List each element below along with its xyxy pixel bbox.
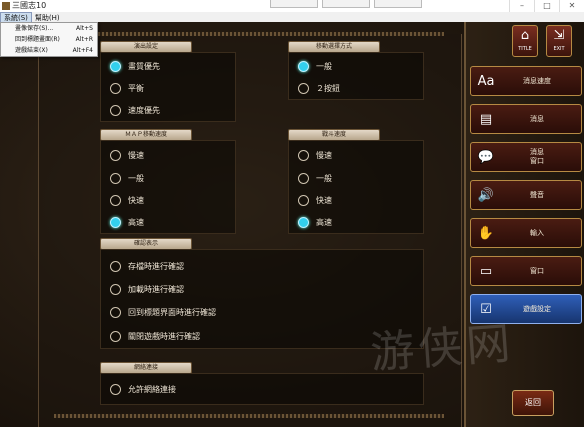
radio-display-quality[interactable]: 畫質優先 <box>110 59 160 73</box>
menu-item-return-title[interactable]: 回到標題畫面(R) Alt+R <box>1 34 97 45</box>
radio-battle-fast[interactable]: 快速 <box>298 193 332 207</box>
menu-item-exit-game[interactable]: 遊戲結束(X) Alt+F4 <box>1 45 97 56</box>
monitor-icon: ▭ <box>479 263 493 279</box>
radio-circle <box>110 383 121 395</box>
sidebar-item-input[interactable]: ✋ 輸入 <box>470 218 582 248</box>
maximize-icon[interactable]: □ <box>534 0 559 12</box>
radio-circle <box>110 172 121 184</box>
radio-map-fast[interactable]: 快速 <box>110 193 144 207</box>
radio-confirm-close-game[interactable]: 關閉遊戲時進行確認 <box>110 329 200 343</box>
panel-bottom-border <box>54 414 444 418</box>
radio-circle <box>298 60 309 72</box>
speech-bubble-icon: 💬 <box>477 149 495 165</box>
sidebar-item-message-speed[interactable]: Aa 消息速度 <box>470 66 582 96</box>
radio-map-normal[interactable]: 一般 <box>110 171 144 185</box>
radio-map-high[interactable]: 高速 <box>110 215 144 229</box>
radio-circle <box>298 149 309 161</box>
radio-battle-slow[interactable]: 慢速 <box>298 148 332 162</box>
hand-icon: ✋ <box>477 225 495 241</box>
menubar: 系統(S) 幫助(H) <box>0 12 584 24</box>
radio-confirm-load[interactable]: 加載時進行確認 <box>110 282 184 296</box>
radio-circle <box>298 216 309 228</box>
radio-display-speed[interactable]: 速度優先 <box>110 103 160 117</box>
sidebar-item-message[interactable]: ▤ 消息 <box>470 104 582 134</box>
radio-circle <box>298 172 309 184</box>
radio-network-allow[interactable]: 允許網絡連接 <box>110 382 176 396</box>
radio-circle <box>110 283 121 295</box>
radio-battle-high[interactable]: 高速 <box>298 215 332 229</box>
radio-circle <box>110 330 121 342</box>
radio-circle <box>110 194 121 206</box>
exit-icon: ⇲ <box>553 28 565 43</box>
home-icon: ⌂ <box>520 28 530 43</box>
radio-battle-normal[interactable]: 一般 <box>298 171 332 185</box>
radio-circle <box>110 216 121 228</box>
radio-circle <box>110 104 121 116</box>
watermark: 游侠网 <box>368 318 516 379</box>
close-icon[interactable]: ✕ <box>559 0 584 12</box>
radio-circle <box>110 306 121 318</box>
hidden-toolbar-tabs <box>270 0 422 8</box>
radio-control-normal[interactable]: 一般 <box>298 59 332 73</box>
radio-display-balance[interactable]: 平衡 <box>110 81 144 95</box>
radio-circle <box>110 60 121 72</box>
document-icon: ▤ <box>479 111 493 127</box>
window-controls: – □ ✕ <box>509 0 584 12</box>
game-area: 演出設定 畫質優先 平衡 速度優先 移動選擇方式 一般 ２按鈕 ＭＡＰ移動速度 … <box>0 22 584 427</box>
panel-top-border <box>54 32 444 36</box>
radio-control-two-button[interactable]: ２按鈕 <box>298 81 340 95</box>
back-button[interactable]: 返回 <box>512 390 554 416</box>
radio-confirm-save[interactable]: 存檔時進行確認 <box>110 259 184 273</box>
exit-button[interactable]: ⇲ EXIT <box>546 25 572 57</box>
radio-circle <box>110 82 121 94</box>
radio-confirm-return-title[interactable]: 回到標題界面時進行確認 <box>110 305 216 319</box>
sidebar-item-message-window[interactable]: 💬 消息 窗口 <box>470 142 582 172</box>
sidebar-item-sound[interactable]: 🔊 聲音 <box>470 180 582 210</box>
minimize-icon[interactable]: – <box>509 0 534 12</box>
title-button[interactable]: ⌂ TITLE <box>512 25 538 57</box>
menu-item-save-image[interactable]: 畫像保存(S)... Alt+S <box>1 23 97 34</box>
speaker-icon: 🔊 <box>477 187 495 203</box>
radio-map-slow[interactable]: 慢速 <box>110 148 144 162</box>
radio-circle <box>110 149 121 161</box>
window-title: 三國志10 <box>12 1 47 10</box>
radio-circle <box>298 194 309 206</box>
app-icon <box>2 1 10 10</box>
system-dropdown: 畫像保存(S)... Alt+S 回到標題畫面(R) Alt+R 遊戲結束(X) Al… <box>0 22 98 57</box>
sidebar-item-window[interactable]: ▭ 窗口 <box>470 256 582 286</box>
radio-circle <box>110 260 121 272</box>
radio-circle <box>298 82 309 94</box>
text-size-icon: Aa <box>477 73 495 89</box>
